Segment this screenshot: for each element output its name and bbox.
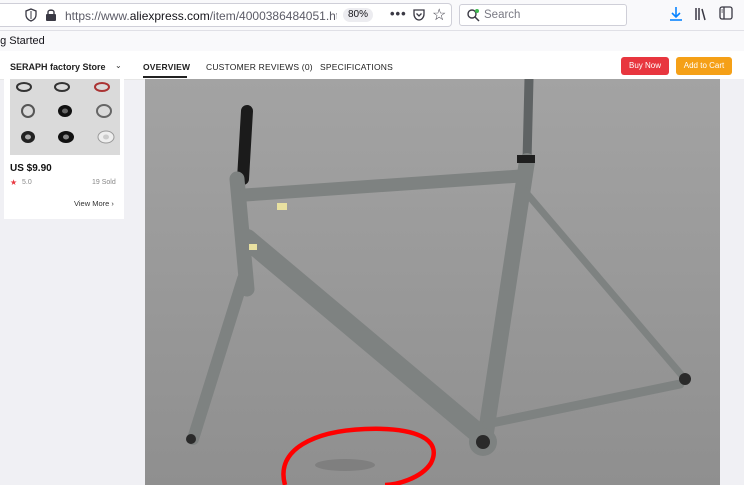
rating-star-icon: ★ (10, 178, 18, 187)
browser-toolbar: https://www.aliexpress.com/item/40003864… (0, 0, 744, 31)
sidebar-icon[interactable] (719, 6, 733, 20)
product-main-image[interactable] (145, 79, 720, 485)
bookmarks-bar: ng Started (0, 31, 744, 51)
url-path: /item/4000386484051.html?sp (209, 9, 337, 23)
buy-now-button[interactable]: Buy Now (621, 57, 669, 75)
product-thumbnail[interactable] (10, 79, 120, 155)
search-placeholder: Search (484, 9, 521, 21)
add-to-cart-button[interactable]: Add to Cart (676, 57, 732, 75)
product-rating: 5.0 (22, 179, 32, 186)
product-price: US $9.90 (10, 163, 52, 174)
shield-icon[interactable] (24, 8, 38, 22)
url-domain: aliexpress.com (129, 9, 210, 23)
chevron-down-icon[interactable]: ⌄ (115, 61, 122, 70)
view-more-link[interactable]: View More › (74, 199, 114, 208)
zoom-indicator[interactable]: 80% (343, 8, 374, 22)
product-nav-bar: SERAPH factory Store ⌄ OVERVIEW CUSTOMER… (0, 51, 744, 80)
tab-overview[interactable]: OVERVIEW (143, 62, 190, 72)
tab-specifications[interactable]: SPECIFICATIONS (320, 62, 393, 72)
bookmark-star-icon[interactable]: ☆ (432, 5, 446, 25)
view-more-label: View More (74, 199, 110, 208)
tab-customer-reviews[interactable]: CUSTOMER REVIEWS (0) (206, 62, 313, 72)
pocket-icon[interactable] (412, 8, 426, 22)
store-name[interactable]: SERAPH factory Store (10, 62, 106, 72)
active-tab-underline (143, 76, 187, 78)
address-bar[interactable]: https://www.aliexpress.com/item/40003864… (0, 3, 452, 27)
download-icon[interactable] (669, 6, 683, 22)
lock-icon[interactable] (45, 8, 57, 22)
recommended-product-card[interactable]: US $9.90 ★ 5.0 19 Sold View More › (4, 79, 124, 219)
search-input[interactable]: Search (459, 4, 627, 26)
sold-count: 19 Sold (92, 179, 116, 186)
right-margin (720, 79, 744, 485)
more-icon[interactable]: ••• (390, 6, 407, 21)
url-text[interactable]: https://www.aliexpress.com/item/40003864… (65, 9, 337, 23)
search-icon (467, 9, 480, 22)
chevron-right-icon: › (111, 199, 114, 208)
bookmark-getting-started[interactable]: ng Started (0, 35, 45, 47)
url-prefix: https://www. (65, 9, 130, 23)
library-icon[interactable] (694, 6, 710, 22)
